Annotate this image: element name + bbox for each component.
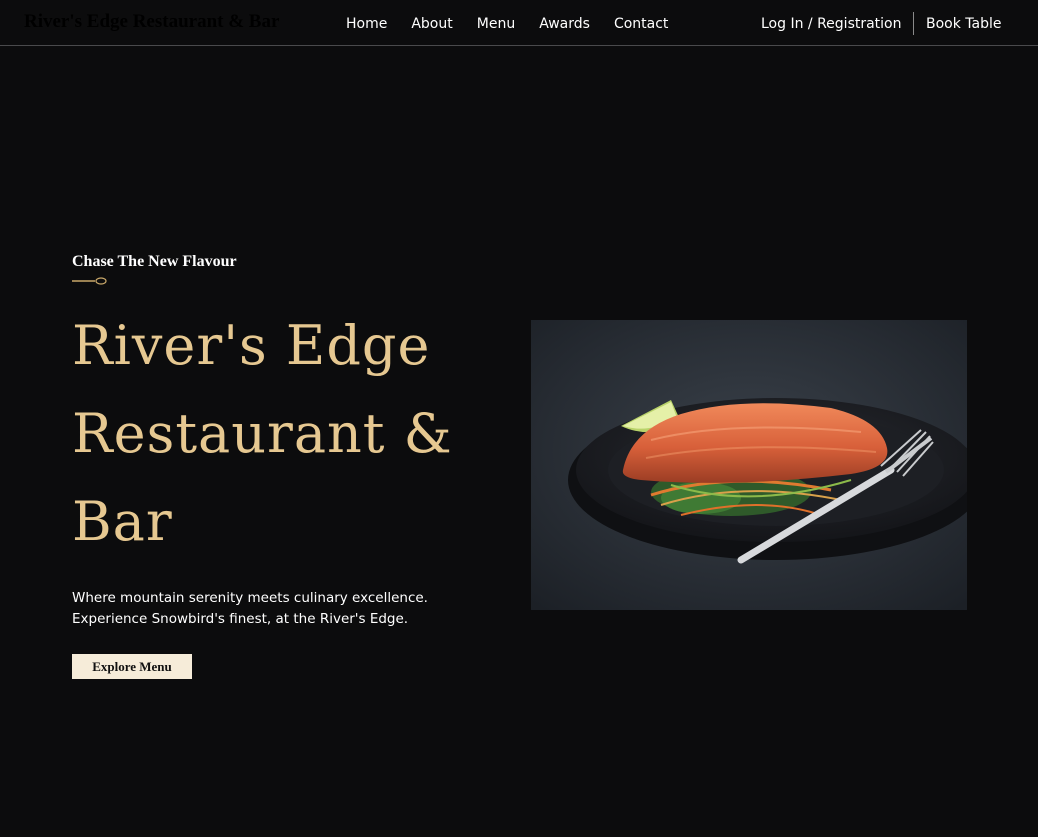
explore-menu-button[interactable]: Explore Menu (72, 654, 192, 679)
tagline-line-1: Where mountain serenity meets culinary e… (72, 590, 428, 606)
nav-awards-link[interactable]: Awards (539, 15, 590, 33)
salmon-dish-photo (531, 320, 967, 610)
nav-home-link[interactable]: Home (346, 15, 387, 33)
nav-menu-link[interactable]: Menu (477, 15, 515, 33)
spoon-divider-icon (72, 277, 107, 285)
hero-eyebrow: Chase The New Flavour (72, 253, 237, 270)
hero-title: River's Edge Restaurant & Bar (72, 314, 453, 553)
nav-about-link[interactable]: About (411, 15, 452, 33)
brand-logo-link[interactable]: River's Edge Restaurant & Bar (24, 11, 279, 33)
login-registration-link[interactable]: Log In / Registration (761, 15, 902, 33)
hero-tagline: Where mountain serenity meets culinary e… (72, 588, 492, 630)
main-nav: Home About Menu Awards Contact (346, 15, 692, 33)
header-divider (913, 12, 914, 35)
site-header: River's Edge Restaurant & Bar Home About… (0, 0, 1038, 46)
tagline-line-2: Experience Snowbird's finest, at the Riv… (72, 611, 409, 627)
nav-contact-link[interactable]: Contact (614, 15, 668, 33)
book-table-link[interactable]: Book Table (926, 15, 1002, 33)
